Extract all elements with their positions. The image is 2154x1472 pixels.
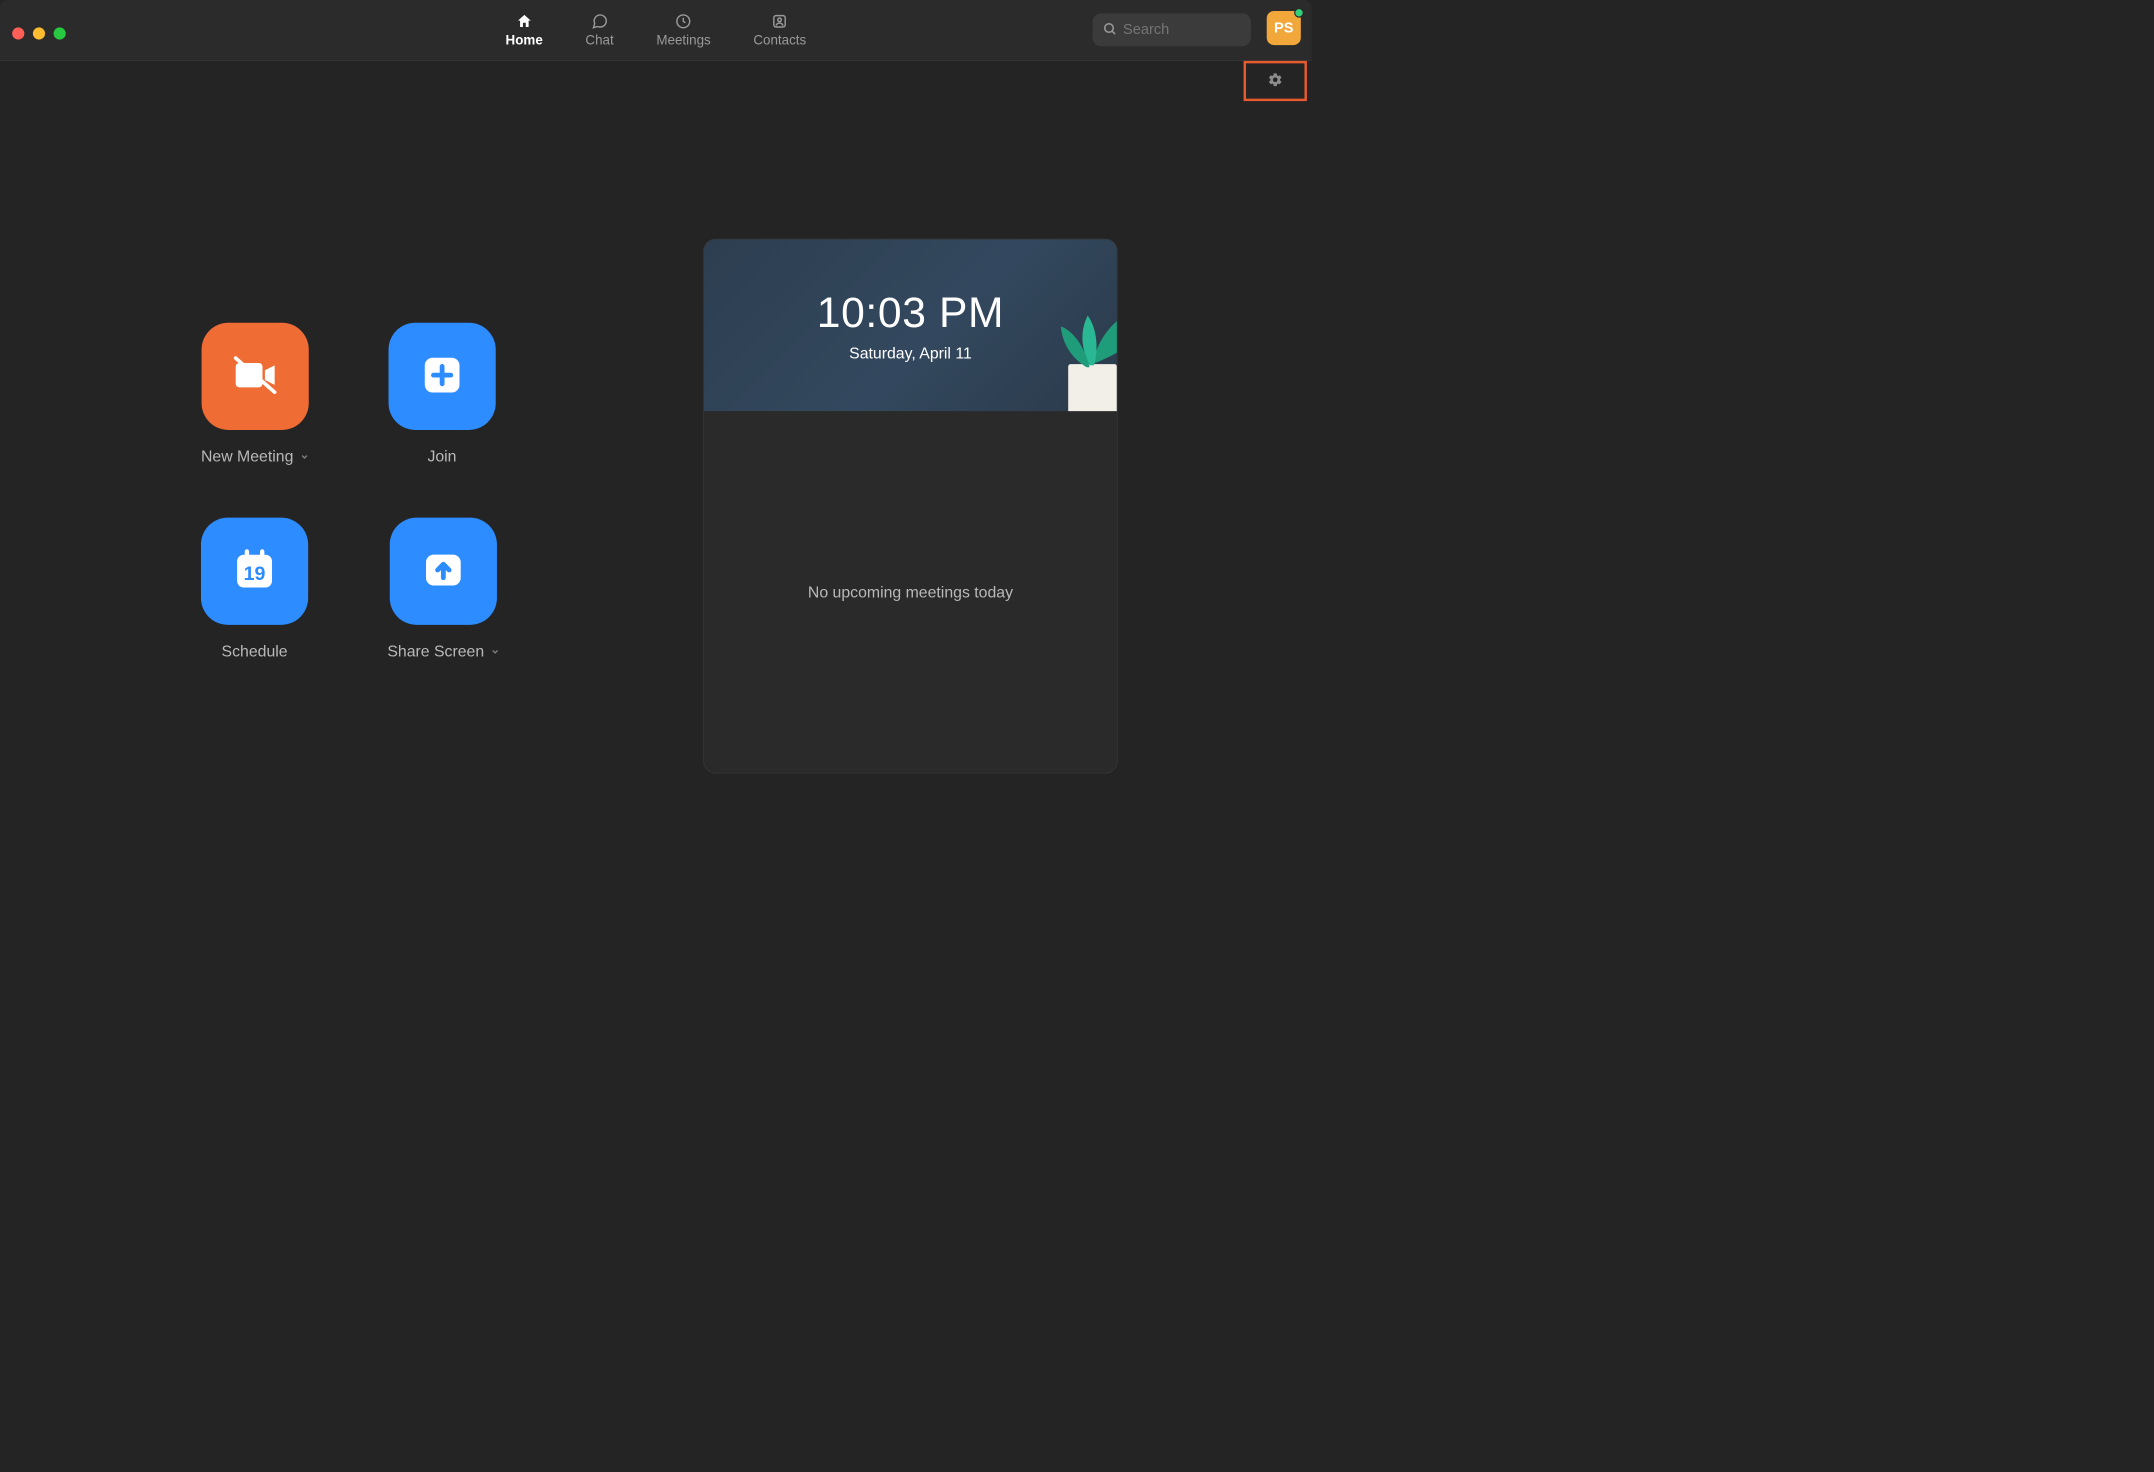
schedule-label: Schedule xyxy=(222,642,288,661)
settings-highlight xyxy=(1244,61,1307,101)
avatar-initials: PS xyxy=(1274,19,1293,36)
app-window: Home Chat Meetings Contacts xyxy=(0,0,1312,896)
tab-meetings[interactable]: Meetings xyxy=(656,12,710,47)
user-avatar[interactable]: PS xyxy=(1267,11,1301,45)
calendar-body: No upcoming meetings today xyxy=(704,411,1117,773)
tab-label: Contacts xyxy=(753,32,806,48)
new-meeting-tile[interactable]: New Meeting xyxy=(201,323,309,466)
join-button[interactable] xyxy=(388,323,495,430)
clock-time: 10:03 PM xyxy=(817,288,1004,337)
calendar-card: 10:03 PM Saturday, April 11 No upcoming … xyxy=(703,239,1117,774)
tab-contacts[interactable]: Contacts xyxy=(753,12,806,47)
main-content: New Meeting Join xyxy=(0,61,1312,897)
share-screen-label[interactable]: Share Screen xyxy=(387,642,500,661)
home-icon xyxy=(516,12,533,29)
action-panel: New Meeting Join xyxy=(201,323,500,713)
clock-date: Saturday, April 11 xyxy=(849,344,972,363)
chevron-down-icon xyxy=(299,447,309,466)
share-screen-tile[interactable]: Share Screen xyxy=(387,518,500,661)
tab-label: Chat xyxy=(585,32,613,48)
no-meetings-text: No upcoming meetings today xyxy=(808,583,1013,602)
plus-icon xyxy=(419,352,465,401)
share-up-icon xyxy=(421,547,467,596)
svg-text:19: 19 xyxy=(244,563,266,585)
tab-home[interactable]: Home xyxy=(506,12,543,47)
plant-illustration-icon xyxy=(1013,297,1117,411)
chat-icon xyxy=(591,12,608,29)
tab-label: Meetings xyxy=(656,32,710,48)
tab-chat[interactable]: Chat xyxy=(585,12,613,47)
join-label: Join xyxy=(427,447,456,466)
calendar-icon: 19 xyxy=(228,544,280,599)
video-off-icon xyxy=(226,346,284,408)
titlebar: Home Chat Meetings Contacts xyxy=(0,0,1312,61)
clock-icon xyxy=(675,12,692,29)
schedule-button[interactable]: 19 xyxy=(201,518,308,625)
clock-banner: 10:03 PM Saturday, April 11 xyxy=(704,239,1117,411)
search-box[interactable] xyxy=(1093,13,1251,46)
share-screen-button[interactable] xyxy=(390,518,497,625)
contacts-icon xyxy=(771,12,788,29)
gear-icon[interactable] xyxy=(1267,72,1283,91)
search-input[interactable] xyxy=(1123,21,1241,38)
chevron-down-icon xyxy=(490,642,500,661)
tab-label: Home xyxy=(506,32,543,48)
status-online-icon xyxy=(1294,8,1304,18)
new-meeting-button[interactable] xyxy=(201,323,308,430)
search-icon xyxy=(1102,21,1117,39)
new-meeting-label[interactable]: New Meeting xyxy=(201,447,309,466)
join-tile[interactable]: Join xyxy=(388,323,495,466)
schedule-tile[interactable]: 19 Schedule xyxy=(201,518,308,661)
